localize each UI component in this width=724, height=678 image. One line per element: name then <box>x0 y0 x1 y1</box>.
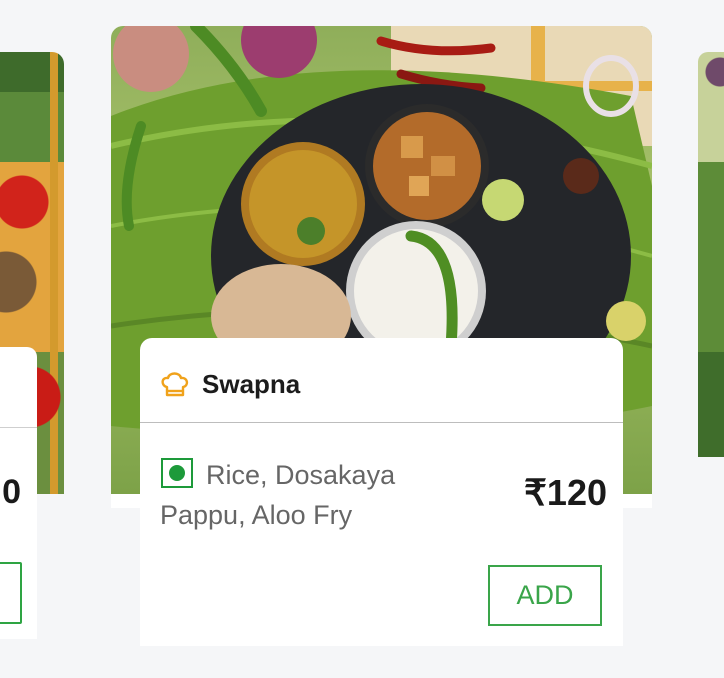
chef-hat-icon <box>160 371 190 399</box>
dish-description: Rice, Dosakaya Pappu, Aloo Fry <box>160 460 396 530</box>
meal-card[interactable]: Swapna Rice, Dosakaya Pappu, Aloo Fry ₹1… <box>140 338 623 646</box>
left-card-info: 0 <box>0 347 37 639</box>
right-card-food-image[interactable] <box>698 52 724 457</box>
left-card-price: 0 <box>2 473 21 511</box>
chef-name: Swapna <box>202 369 301 399</box>
card-divider <box>140 422 623 423</box>
meal-price: ₹120 <box>524 472 607 513</box>
left-card-divider <box>0 427 37 428</box>
add-button[interactable]: ADD <box>488 565 602 626</box>
left-card-add-button[interactable] <box>0 562 22 624</box>
